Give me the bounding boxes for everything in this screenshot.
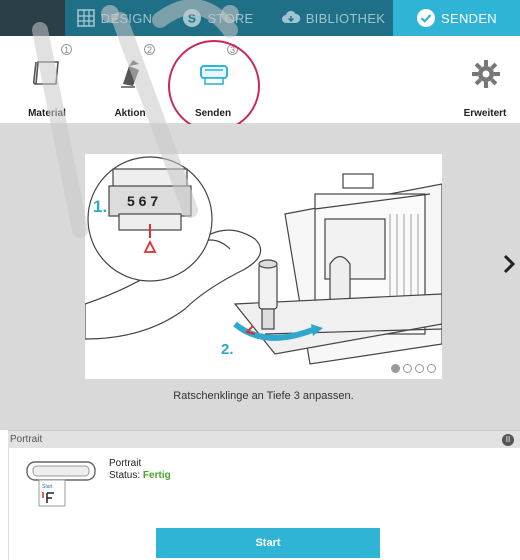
- blade-action-icon: [113, 56, 149, 92]
- portrait-machine-icon: Start: [25, 458, 97, 508]
- material-sheet-icon: [30, 56, 66, 92]
- dial-numbers: 5 6 7: [127, 193, 158, 209]
- step-number: 1: [61, 44, 72, 55]
- blade-dial-callout: [87, 156, 213, 282]
- tab-library-label: BIBLIOTHEK: [305, 10, 386, 26]
- pause-icon[interactable]: II: [502, 434, 514, 446]
- instruction-caption: Ratschenklinge an Tiefe 3 anpassen.: [173, 390, 354, 402]
- page-indicator: [391, 364, 436, 373]
- workflow-step-bar: 1 Material 2 Aktion 3 Senden Erweitert: [0, 36, 520, 124]
- device-panel: Start Portrait Status: Fertig Start: [8, 448, 520, 560]
- advanced-button[interactable]: Erweitert: [450, 36, 520, 124]
- preview-area: 5 6 7 1. 2. Ratschenklinge an Tiefe 3 an…: [0, 124, 520, 430]
- device-name: Portrait: [109, 458, 142, 469]
- advanced-label: Erweitert: [463, 108, 507, 119]
- tab-library[interactable]: BIBLIOTHEK: [273, 0, 393, 36]
- cloud-library-icon: [281, 8, 301, 28]
- step-label: Material: [28, 108, 66, 119]
- device-status: Status: Fertig: [109, 470, 171, 481]
- chevron-right-icon[interactable]: [502, 254, 516, 280]
- step-number: 2: [144, 44, 155, 55]
- tab-design-label: DESIGN: [100, 10, 153, 26]
- check-circle-icon: [416, 8, 436, 28]
- step-material[interactable]: 1 Material: [12, 36, 82, 124]
- tab-store[interactable]: S STORE: [163, 0, 273, 36]
- svg-text:Start: Start: [42, 484, 53, 490]
- page-dot-active[interactable]: [391, 364, 400, 373]
- gear-icon: [468, 56, 504, 92]
- tab-store-label: STORE: [207, 10, 254, 26]
- tab-send[interactable]: SENDEN: [393, 0, 520, 36]
- tab-design[interactable]: DESIGN: [65, 0, 163, 36]
- top-navigation: DESIGN S STORE BIBLIOTHEK SENDEN: [0, 0, 520, 36]
- device-section-title: Portrait: [10, 434, 43, 445]
- page-dot[interactable]: [415, 364, 424, 373]
- step-callout-1: 1.: [93, 197, 107, 216]
- instruction-illustration: 5 6 7 1. 2.: [85, 154, 442, 379]
- step-callout-2: 2.: [221, 341, 234, 358]
- step-label: Aktion: [114, 108, 146, 119]
- store-s-icon: S: [182, 8, 202, 28]
- start-button[interactable]: Start: [156, 528, 380, 558]
- design-grid-icon: [76, 8, 96, 28]
- device-section-header: Portrait II: [8, 430, 520, 448]
- nav-left-spacer: [0, 0, 65, 36]
- step-action[interactable]: 2 Aktion: [95, 36, 165, 124]
- device-status-label: Status:: [109, 470, 141, 481]
- highlight-circle: [168, 40, 260, 132]
- page-dot[interactable]: [427, 364, 436, 373]
- svg-text:S: S: [188, 12, 196, 26]
- page-dot[interactable]: [403, 364, 412, 373]
- device-status-value: Fertig: [142, 470, 171, 481]
- tab-send-label: SENDEN: [441, 10, 497, 26]
